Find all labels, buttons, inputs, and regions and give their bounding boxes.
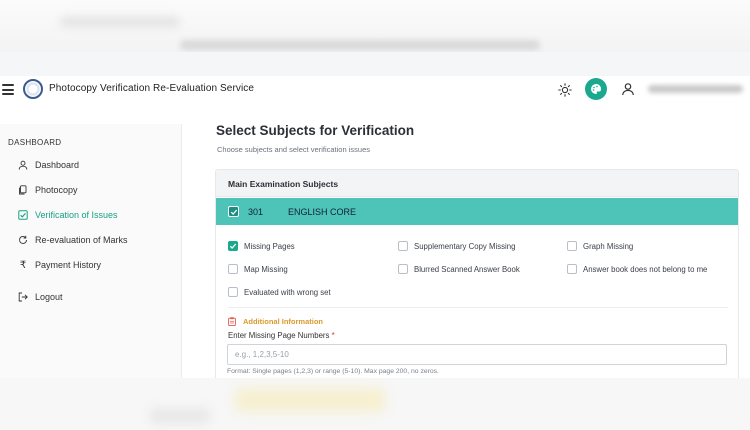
sidebar-item-photocopy[interactable]: Photocopy: [18, 185, 78, 195]
issue-answer-book-not-mine[interactable]: Answer book does not belong to me: [567, 264, 707, 274]
format-help-text: Format: Single pages (1,2,3) or range (5…: [227, 368, 439, 375]
issue-blurred-scanned-answer-book[interactable]: Blurred Scanned Answer Book: [398, 264, 520, 274]
sidebar-item-label: Payment History: [35, 260, 102, 270]
page-title: Select Subjects for Verification: [216, 123, 415, 138]
sidebar-item-verification-of-issues[interactable]: Verification of Issues: [18, 210, 118, 220]
user-icon: [18, 160, 28, 170]
missing-pages-input[interactable]: [227, 344, 727, 365]
subject-code: 301: [248, 207, 264, 217]
issue-label: Map Missing: [244, 264, 288, 274]
user-name-blurred: [648, 85, 743, 93]
issue-supplementary-copy-missing[interactable]: Supplementary Copy Missing: [398, 241, 515, 251]
bottom-blurred-area: [0, 378, 750, 430]
missing-pages-label-text: Enter Missing Page Numbers: [228, 331, 330, 340]
sidebar-item-label: Photocopy: [35, 185, 78, 195]
issue-label: Missing Pages: [244, 241, 295, 251]
sidebar-item-label: Dashboard: [35, 160, 80, 170]
card-header: Main Examination Subjects: [216, 170, 738, 197]
sidebar-item-label: Verification of Issues: [35, 210, 118, 220]
issue-map-missing[interactable]: Map Missing: [228, 264, 288, 274]
issue-missing-pages[interactable]: Missing Pages: [228, 241, 295, 251]
sidebar-item-dashboard[interactable]: Dashboard: [18, 160, 79, 170]
issue-checkbox[interactable]: [228, 241, 238, 251]
blurred-text: [180, 40, 540, 50]
page-subtitle: Choose subjects and select verification …: [217, 145, 370, 154]
blurred-text: [150, 408, 210, 424]
additional-info-title: Additional Information: [228, 317, 323, 326]
check-icon: [229, 243, 237, 249]
blurred-button: [235, 388, 385, 412]
rupee-icon: ₹: [19, 259, 27, 271]
menu-icon[interactable]: [2, 84, 14, 95]
issue-label: Graph Missing: [583, 241, 634, 251]
app-title: Photocopy Verification Re-Evaluation Ser…: [49, 83, 255, 94]
logo: [23, 79, 43, 99]
issue-checkbox[interactable]: [567, 264, 577, 274]
theme-button[interactable]: [585, 78, 607, 100]
subject-name: ENGLISH CORE: [288, 207, 357, 217]
sidebar-item-label: Re-evaluation of Marks: [35, 235, 128, 245]
issue-label: Evaluated with wrong set: [244, 287, 331, 297]
issue-checkbox[interactable]: [398, 241, 408, 251]
divider: [228, 307, 728, 308]
palette-icon: [591, 83, 602, 94]
subject-row[interactable]: 301 ENGLISH CORE: [216, 198, 738, 225]
check-icon: [230, 209, 237, 215]
issue-checkbox[interactable]: [228, 287, 238, 297]
logout-icon: [18, 292, 28, 302]
app-header: Photocopy Verification Re-Evaluation Ser…: [0, 76, 750, 104]
issue-evaluated-with-wrong-set[interactable]: Evaluated with wrong set: [228, 287, 331, 297]
sidebar-item-re-evaluation-of-marks[interactable]: Re-evaluation of Marks: [18, 235, 128, 245]
issue-graph-missing[interactable]: Graph Missing: [567, 241, 633, 251]
blurred-text: [60, 16, 180, 28]
issue-checkbox[interactable]: [228, 264, 238, 274]
check-square-icon: [18, 210, 28, 220]
sidebar-item-logout[interactable]: Logout: [18, 292, 63, 302]
header-spacer: [0, 52, 750, 76]
copy-icon: [19, 185, 27, 195]
user-icon[interactable]: [621, 82, 635, 96]
issue-checkbox[interactable]: [398, 264, 408, 274]
required-marker: *: [331, 331, 335, 340]
refresh-icon: [19, 235, 27, 244]
clipboard-icon: [228, 317, 236, 326]
issue-label: Answer book does not belong to me: [583, 264, 708, 274]
missing-pages-label: Enter Missing Page Numbers *: [228, 331, 335, 340]
section-label: Main Examination Subjects: [228, 179, 339, 189]
top-blurred-area: [0, 0, 750, 52]
additional-info-label: Additional Information: [243, 317, 323, 326]
sidebar-heading: DASHBOARD: [8, 138, 62, 147]
issue-label: Supplementary Copy Missing: [414, 241, 516, 251]
sidebar-item-payment-history[interactable]: ₹ Payment History: [18, 259, 102, 271]
sidebar-item-label: Logout: [35, 292, 63, 302]
issue-checkbox[interactable]: [567, 241, 577, 251]
sun-icon[interactable]: [558, 83, 572, 97]
issue-label: Blurred Scanned Answer Book: [414, 264, 520, 274]
subject-checkbox[interactable]: [228, 206, 239, 217]
